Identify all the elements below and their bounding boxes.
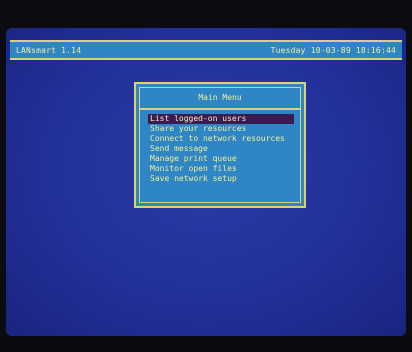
main-menu-list: List logged-on users Share your resource… [148, 114, 294, 184]
status-bar: LANsmart 1.14 Tuesday 10-03-89 18:16:44 [10, 40, 402, 60]
main-menu-window: Main Menu List logged-on users Share you… [134, 82, 306, 208]
menu-item-send-message[interactable]: Send message [148, 144, 294, 154]
menu-item-share-resources[interactable]: Share your resources [148, 124, 294, 134]
bottom-bezel [0, 336, 412, 352]
crt-display: LANsmart 1.14 Tuesday 10-03-89 18:16:44 … [6, 28, 406, 336]
menu-item-save-network-setup[interactable]: Save network setup [148, 174, 294, 184]
screen: LANsmart 1.14 Tuesday 10-03-89 18:16:44 … [0, 0, 412, 352]
menu-item-list-logged-on-users[interactable]: List logged-on users [148, 114, 294, 124]
main-menu-title: Main Menu [198, 93, 242, 102]
menu-item-manage-print-queue[interactable]: Manage print queue [148, 154, 294, 164]
app-title: LANsmart 1.14 [16, 45, 82, 55]
menu-item-connect-network-resources[interactable]: Connect to network resources [148, 134, 294, 144]
menu-divider [140, 108, 300, 110]
menu-item-monitor-open-files[interactable]: Monitor open files [148, 164, 294, 174]
main-menu-frame: Main Menu List logged-on users Share you… [139, 87, 301, 203]
datetime-display: Tuesday 10-03-89 18:16:44 [270, 45, 396, 55]
